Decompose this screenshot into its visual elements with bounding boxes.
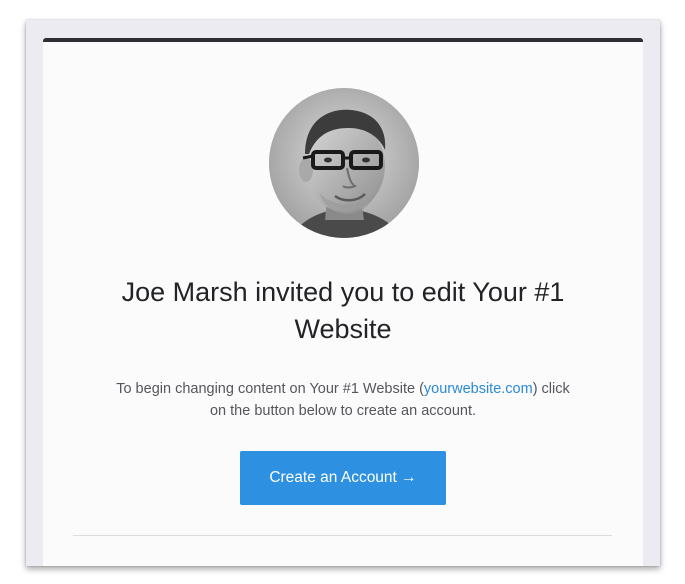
divider: [73, 535, 612, 536]
avatar: [269, 88, 419, 238]
intro-text-start: To begin changing content on Your #1 Web…: [116, 381, 424, 397]
intro-line-2: on the button below to create an account…: [209, 403, 477, 419]
email-card: Joe Marsh invited you to edit Your #1 Web…: [43, 38, 643, 566]
invite-intro: To begin changing content on Your #1 Web…: [63, 378, 623, 422]
avatar-photo: [269, 88, 419, 238]
headline-line-2: Website: [294, 314, 392, 344]
headline-line-1: Joe Marsh invited you to edit Your #1: [121, 277, 565, 307]
website-link[interactable]: yourwebsite.com: [424, 381, 533, 397]
intro-text-end: ) click: [532, 381, 570, 397]
create-account-button[interactable]: Create an Account →: [240, 451, 446, 505]
invite-headline: Joe Marsh invited you to edit Your #1 Web…: [63, 274, 623, 348]
